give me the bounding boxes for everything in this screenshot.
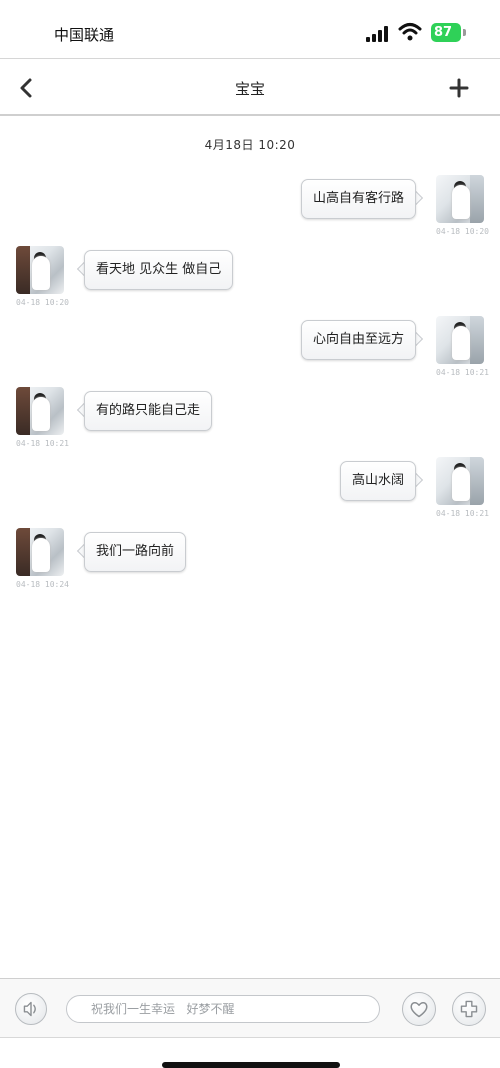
message-input[interactable] xyxy=(66,995,380,1023)
carrier-name: 中国联通 xyxy=(54,26,115,44)
cellular-signal-icon xyxy=(366,26,388,42)
message-time: 04-18 10:21 xyxy=(436,368,489,377)
avatar-self[interactable] xyxy=(436,457,484,505)
plus-icon[interactable] xyxy=(446,75,472,101)
avatar-self[interactable] xyxy=(436,175,484,223)
nav-bar: 宝宝 xyxy=(0,58,500,116)
message-bubble[interactable]: 高山水阔 xyxy=(339,461,416,501)
speaker-icon xyxy=(23,1001,36,1017)
battery-level: 87 xyxy=(434,25,453,40)
emoji-button[interactable] xyxy=(402,992,436,1026)
avatar-contact[interactable] xyxy=(16,528,64,576)
battery-cap xyxy=(463,29,466,36)
chat-area[interactable]: 4月18日 10:20 山高自有客行路 04-18 10:20 看天地 见众生 … xyxy=(0,118,500,978)
voice-button[interactable] xyxy=(15,993,47,1025)
more-button[interactable] xyxy=(452,992,486,1026)
battery-indicator: 87 xyxy=(431,23,461,42)
message-item: 有的路只能自己走 04-18 10:21 xyxy=(0,387,500,457)
message-bubble[interactable]: 心向自由至远方 xyxy=(300,320,416,360)
avatar-self[interactable] xyxy=(436,316,484,364)
message-time: 04-18 10:21 xyxy=(16,439,69,448)
status-bar: 中国联通 87 xyxy=(0,0,500,58)
avatar-contact[interactable] xyxy=(16,246,64,294)
message-item: 高山水阔 04-18 10:21 xyxy=(0,457,500,527)
heart-icon xyxy=(410,1002,428,1018)
avatar-contact[interactable] xyxy=(16,387,64,435)
home-indicator[interactable] xyxy=(162,1062,340,1068)
message-time: 04-18 10:24 xyxy=(16,580,69,589)
message-time: 04-18 10:20 xyxy=(436,227,489,236)
message-bubble[interactable]: 山高自有客行路 xyxy=(300,179,416,219)
input-bar xyxy=(0,978,500,1038)
message-time: 04-18 10:20 xyxy=(16,298,69,307)
wifi-icon xyxy=(398,23,422,41)
message-item: 山高自有客行路 04-18 10:20 xyxy=(0,175,500,245)
message-item: 我们一路向前 04-18 10:24 xyxy=(0,528,500,598)
page-title: 宝宝 xyxy=(234,80,265,98)
message-bubble[interactable]: 看天地 见众生 做自己 xyxy=(84,250,234,290)
plus-circle-icon xyxy=(460,1000,478,1018)
message-bubble[interactable]: 我们一路向前 xyxy=(84,532,187,572)
message-item: 心向自由至远方 04-18 10:21 xyxy=(0,316,500,386)
message-item: 看天地 见众生 做自己 04-18 10:20 xyxy=(0,246,500,316)
date-divider: 4月18日 10:20 xyxy=(204,138,296,152)
message-bubble[interactable]: 有的路只能自己走 xyxy=(84,391,213,431)
message-time: 04-18 10:21 xyxy=(436,509,489,518)
